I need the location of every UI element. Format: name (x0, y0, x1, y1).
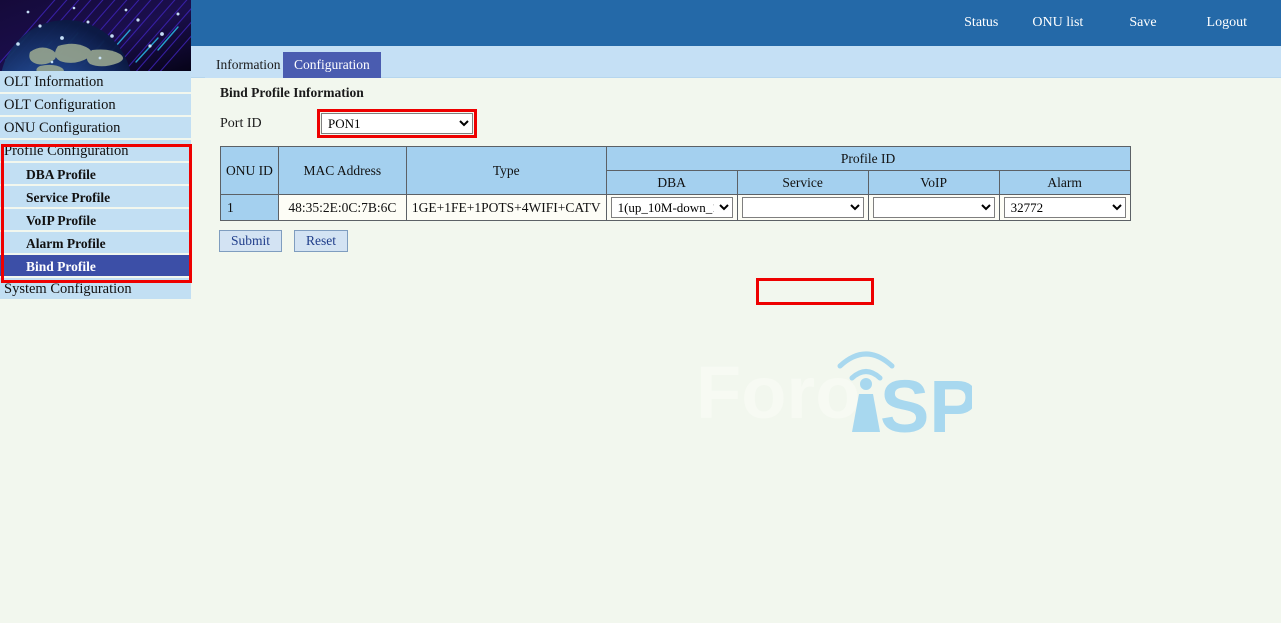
bind-profile-table: ONU ID MAC Address Type Profile ID DBA S… (220, 146, 1131, 221)
main-content: Foro SP Bind Profile Information Port ID… (191, 78, 1281, 623)
col-mac-address: MAC Address (278, 147, 406, 195)
sidebar-item-service-profile[interactable]: Service Profile (0, 186, 191, 209)
nav-onu-list[interactable]: ONU list (1030, 0, 1085, 46)
nav-logout[interactable]: Logout (1205, 0, 1249, 46)
sidebar-item-olt-configuration[interactable]: OLT Configuration (0, 94, 191, 117)
form-buttons: Submit Reset (219, 230, 356, 252)
page-root: Status ONU list Save Logout Information … (0, 0, 1281, 623)
top-nav: Status ONU list Save Logout (962, 0, 1281, 46)
port-id-select[interactable]: PON1 (321, 113, 473, 134)
sidebar-item-system-configuration[interactable]: System Configuration (0, 278, 191, 301)
watermark-text-foro: Foro (696, 351, 860, 434)
sidebar-item-profile-configuration[interactable]: Profile Configuration (0, 140, 191, 163)
nav-status[interactable]: Status (962, 0, 1000, 46)
dba-profile-select[interactable]: 1(up_10M-down_10 (611, 197, 733, 218)
cell-mac-address: 48:35:2E:0C:7B:6C (278, 195, 406, 221)
submit-button[interactable]: Submit (219, 230, 282, 252)
col-profile-id: Profile ID (606, 147, 1130, 171)
sidebar-item-alarm-profile[interactable]: Alarm Profile (0, 232, 191, 255)
cell-dba: 1(up_10M-down_10 (606, 195, 737, 221)
wifi-tower-icon (840, 354, 892, 432)
cell-type: 1GE+1FE+1POTS+4WIFI+CATV (406, 195, 606, 221)
reset-button[interactable]: Reset (294, 230, 348, 252)
tab-strip: Information Configuration (191, 46, 1281, 78)
table-row: 1 48:35:2E:0C:7B:6C 1GE+1FE+1POTS+4WIFI+… (221, 195, 1131, 221)
sidebar-item-olt-information[interactable]: OLT Information (0, 71, 191, 94)
top-header-bar: Status ONU list Save Logout (191, 0, 1281, 46)
sidebar-item-onu-configuration[interactable]: ONU Configuration (0, 117, 191, 140)
sidebar-item-dba-profile[interactable]: DBA Profile (0, 163, 191, 186)
cell-alarm: 32772 (999, 195, 1130, 221)
cell-service (737, 195, 868, 221)
globe-fiber-banner (0, 0, 191, 71)
tab-information[interactable]: Information (205, 52, 291, 78)
tab-configuration[interactable]: Configuration (283, 52, 381, 78)
sidebar-item-bind-profile[interactable]: Bind Profile (0, 255, 191, 278)
nav-save[interactable]: Save (1127, 0, 1158, 46)
highlight-box-dba-select (756, 278, 874, 305)
table-header-row-group: ONU ID MAC Address Type Profile ID (221, 147, 1131, 171)
col-service: Service (737, 171, 868, 195)
cell-voip (868, 195, 999, 221)
port-id-label: Port ID (220, 116, 262, 132)
foroisp-watermark: Foro SP (696, 340, 972, 440)
sidebar: OLT Information OLT Configuration ONU Co… (0, 71, 191, 301)
service-profile-select[interactable] (742, 197, 864, 218)
watermark-text-isp: SP (880, 365, 972, 440)
alarm-profile-select[interactable]: 32772 (1004, 197, 1126, 218)
col-alarm: Alarm (999, 171, 1130, 195)
col-voip: VoIP (868, 171, 999, 195)
col-dba: DBA (606, 171, 737, 195)
page-title: Bind Profile Information (220, 85, 364, 101)
voip-profile-select[interactable] (873, 197, 995, 218)
col-type: Type (406, 147, 606, 195)
sidebar-item-voip-profile[interactable]: VoIP Profile (0, 209, 191, 232)
cell-onu-id: 1 (221, 195, 279, 221)
col-onu-id: ONU ID (221, 147, 279, 195)
